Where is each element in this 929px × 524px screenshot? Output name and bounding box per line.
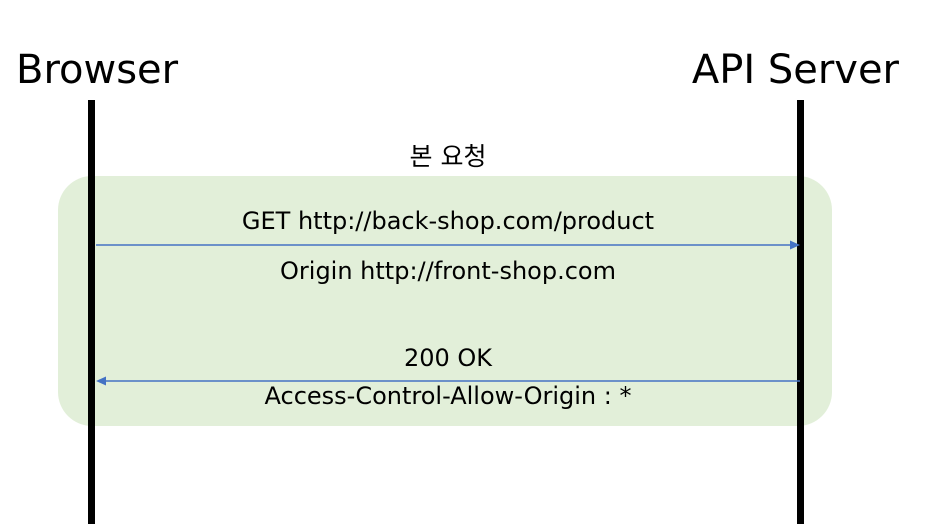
group-title: 본 요청 [409, 142, 487, 171]
response-cors-header-label: Access-Control-Allow-Origin : * [264, 382, 632, 410]
api-server-actor-label: API Server [691, 47, 899, 93]
request-line-label: GET http://back-shop.com/product [241, 207, 655, 235]
request-origin-header-label: Origin http://front-shop.com [280, 257, 616, 285]
browser-actor-label: Browser [16, 47, 179, 93]
response-status-label: 200 OK [403, 344, 493, 372]
